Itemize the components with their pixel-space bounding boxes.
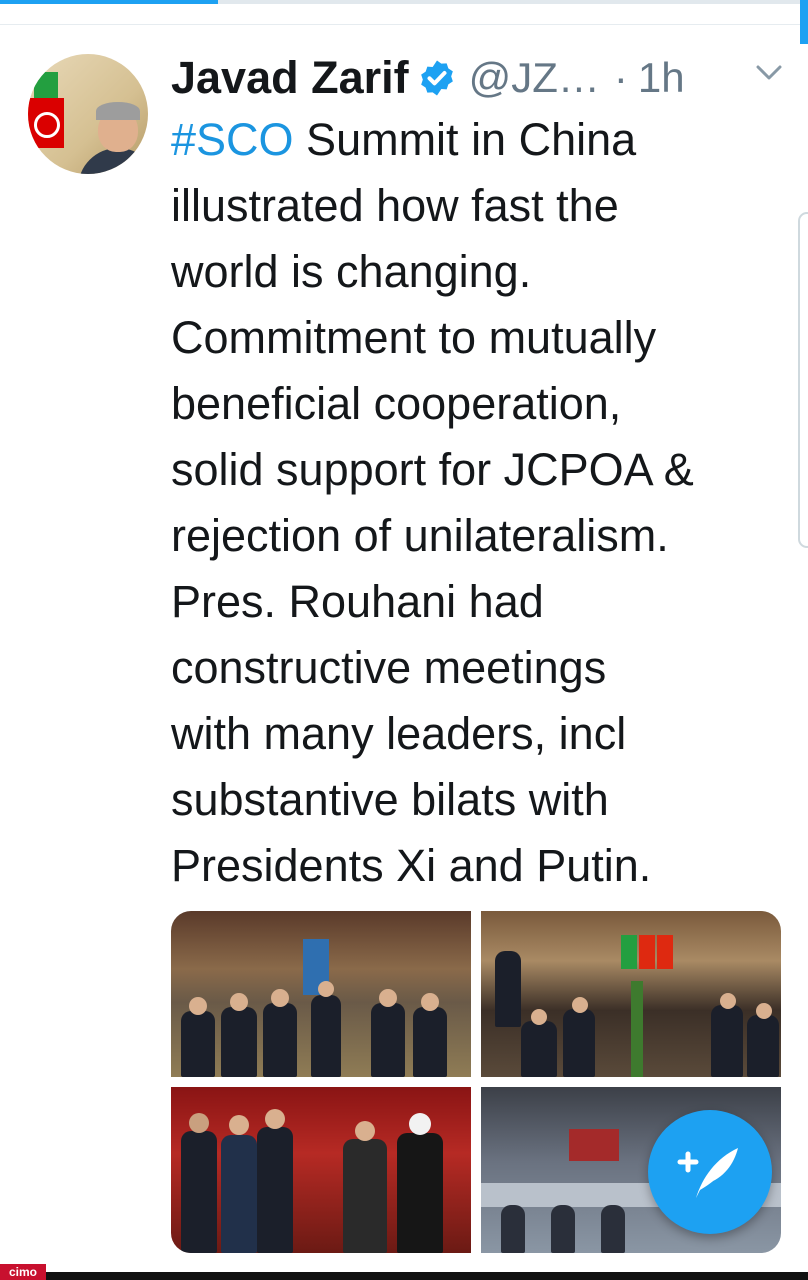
tweet-text-line: #SCO Summit in China <box>171 114 637 165</box>
tweet-text-line: substantive bilats with <box>171 774 609 825</box>
bottom-bar <box>46 1272 808 1280</box>
tweet-text-line: Pres. Rouhani had <box>171 576 544 627</box>
verified-badge-icon <box>420 60 453 96</box>
tweet-text-line: solid support for JCPOA & <box>171 444 694 495</box>
watermark-logo: cimo <box>0 1264 46 1280</box>
tweet-text-line: rejection of unilateralism. <box>171 510 669 561</box>
compose-tweet-button[interactable] <box>648 1110 772 1234</box>
top-divider <box>0 24 808 25</box>
tweet-text-line: Commitment to mutually <box>171 312 657 363</box>
tweet-timestamp[interactable]: 1h <box>638 54 685 102</box>
tweet-text-line: Presidents Xi and Putin. <box>171 840 652 891</box>
compose-tweet-icon <box>677 1148 738 1198</box>
author-handle[interactable]: @JZ… <box>469 54 600 102</box>
header-separator: · <box>613 54 628 101</box>
tweet-text-line: constructive meetings <box>171 642 607 693</box>
tweet-text-line: beneficial cooperation, <box>171 378 622 429</box>
loading-progress-bar <box>0 0 808 4</box>
tweet-text-line: illustrated how fast the <box>171 180 619 231</box>
chevron-down-icon[interactable] <box>754 62 784 84</box>
media-photo-3[interactable] <box>171 1087 471 1253</box>
avatar-flag <box>34 72 58 100</box>
tweet-text-line: world is changing. <box>171 246 532 297</box>
media-photo-1[interactable] <box>171 911 471 1077</box>
loading-progress-fill <box>0 0 219 4</box>
media-photo-2[interactable] <box>481 911 781 1077</box>
tweet-text: #SCO Summit in China illustrated how fas… <box>171 107 801 899</box>
avatar[interactable] <box>28 54 148 174</box>
tweet-header: Javad Zarif @JZ… · 1h <box>171 50 685 106</box>
author-name[interactable]: Javad Zarif <box>171 52 409 104</box>
hashtag-link[interactable]: #SCO <box>171 114 294 165</box>
tweet-text-line: with many leaders, incl <box>171 708 627 759</box>
scrollbar-top-edge <box>800 0 808 44</box>
